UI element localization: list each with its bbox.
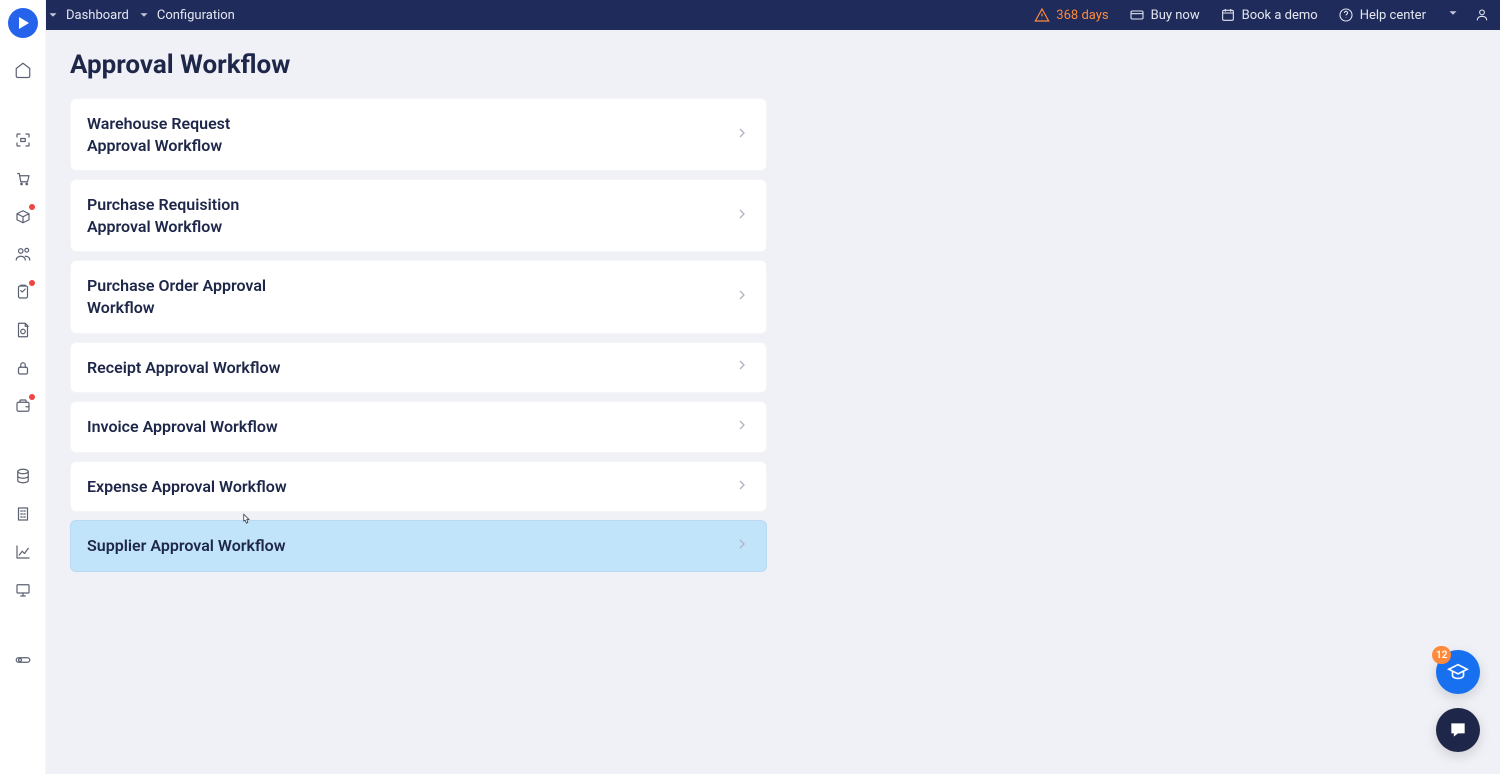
workflow-card-receipt[interactable]: Receipt Approval Workflow [70,342,767,394]
graduation-cap-icon [1447,661,1469,683]
nav-scan-icon[interactable] [13,130,33,150]
nav-users-icon[interactable] [13,244,33,264]
breadcrumb-dashboard[interactable]: Dashboard [46,8,129,23]
page-title: Approval Workflow [70,50,1476,80]
calendar-icon [1220,7,1236,23]
workflow-card-expense[interactable]: Expense Approval Workflow [70,461,767,513]
card-icon [1129,7,1145,23]
workflow-card-title: Purchase Order Approval Workflow [87,275,287,318]
breadcrumb-dashboard-label: Dashboard [66,8,129,23]
breadcrumb-configuration[interactable]: Configuration [137,8,235,23]
nav-database-icon[interactable] [13,466,33,486]
nav-analytics-icon[interactable] [13,542,33,562]
nav-cart-icon[interactable] [13,168,33,188]
nav-toggle-icon[interactable] [13,650,33,670]
workflow-card-title: Expense Approval Workflow [87,476,287,498]
learning-fab[interactable]: 12 [1436,650,1480,694]
chevron-down-icon [1446,6,1460,20]
trial-days-label: 368 days [1056,8,1108,23]
book-demo-button[interactable]: Book a demo [1220,7,1318,23]
workflow-card-purchase-order[interactable]: Purchase Order Approval Workflow [70,260,767,333]
workflow-card-invoice[interactable]: Invoice Approval Workflow [70,401,767,453]
breadcrumb-configuration-label: Configuration [157,8,235,23]
chevron-down-icon [46,8,60,22]
workflow-card-title: Purchase Requisition Approval Workflow [87,194,287,237]
chevron-right-icon [734,287,750,307]
chat-icon [1448,720,1468,740]
workflow-card-purchase-requisition[interactable]: Purchase Requisition Approval Workflow [70,179,767,252]
topbar-right: 368 days Buy now Book a demo Help center [1034,6,1490,24]
main-content: Approval Workflow Warehouse Request Appr… [46,30,1500,774]
chevron-right-icon [734,206,750,226]
breadcrumb: Dashboard Configuration [46,8,1034,23]
nav-document-icon[interactable] [13,320,33,340]
chevron-right-icon [734,125,750,145]
help-icon [1338,7,1354,23]
nav-wallet-alert-icon[interactable] [13,396,33,416]
nav-clipboard-alert-icon[interactable] [13,282,33,302]
chevron-right-icon [734,477,750,497]
chevron-right-icon [734,536,750,556]
trial-days[interactable]: 368 days [1034,7,1108,23]
warning-icon [1034,7,1050,23]
buy-now-label: Buy now [1151,8,1200,23]
app-logo[interactable] [8,8,38,38]
chevron-right-icon [734,357,750,377]
nav-home-icon[interactable] [13,60,33,80]
user-icon [1474,7,1490,23]
workflow-card-title: Invoice Approval Workflow [87,416,278,438]
nav-box-alert-icon[interactable] [13,206,33,226]
workflow-card-title: Supplier Approval Workflow [87,535,286,557]
workflow-card-title: Warehouse Request Approval Workflow [87,113,287,156]
buy-now-button[interactable]: Buy now [1129,7,1200,23]
nav-monitor-icon[interactable] [13,580,33,600]
chat-fab[interactable] [1436,708,1480,752]
topbar-more-dropdown[interactable] [1446,6,1460,24]
chevron-down-icon [137,8,151,22]
nav-building-icon[interactable] [13,504,33,524]
book-demo-label: Book a demo [1242,8,1318,23]
help-center-button[interactable]: Help center [1338,7,1426,23]
sidebar [0,0,46,774]
topbar: Dashboard Configuration 368 days Buy now… [0,0,1500,30]
workflow-card-warehouse-request[interactable]: Warehouse Request Approval Workflow [70,98,767,171]
sidebar-nav [13,60,33,670]
user-menu[interactable] [1474,7,1490,23]
help-center-label: Help center [1360,8,1426,23]
nav-lock-icon[interactable] [13,358,33,378]
workflow-list: Warehouse Request Approval Workflow Purc… [70,98,767,572]
workflow-card-title: Receipt Approval Workflow [87,357,280,379]
chevron-right-icon [734,417,750,437]
workflow-card-supplier[interactable]: Supplier Approval Workflow [70,520,767,572]
